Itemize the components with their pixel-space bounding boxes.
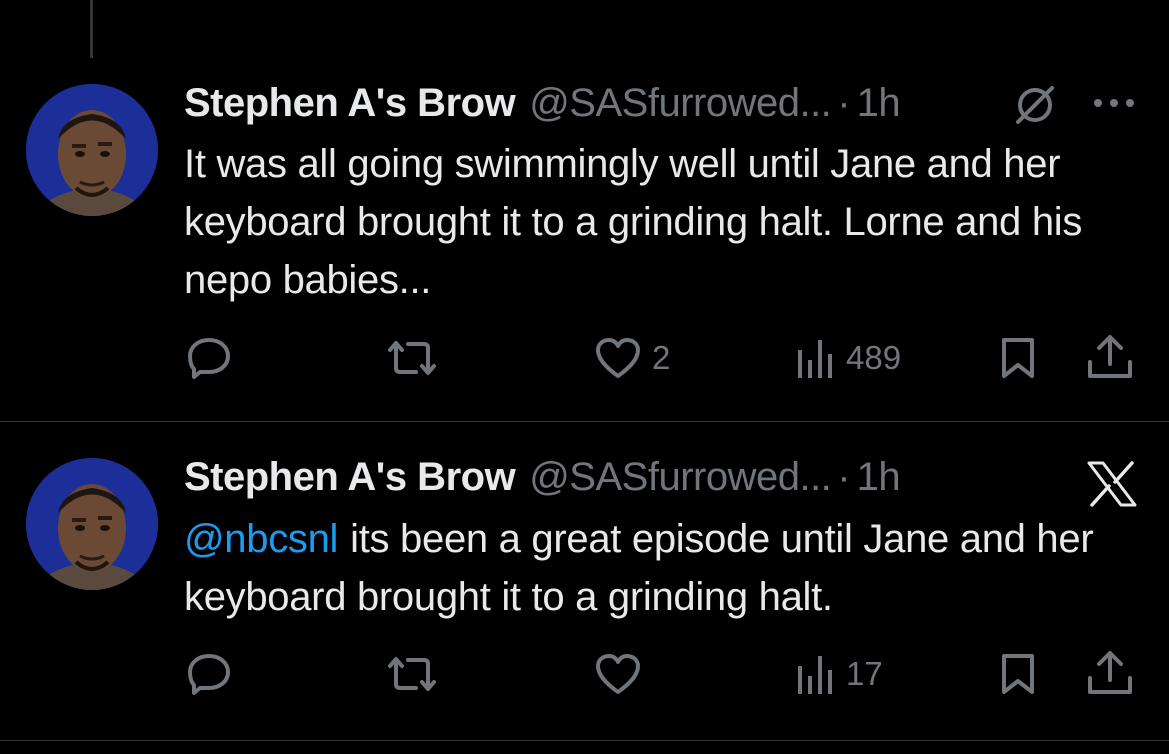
display-name[interactable]: Stephen A's Brow [184,81,516,126]
mention-link[interactable]: @nbcsnl [184,517,338,561]
bookmark-button[interactable] [998,652,1038,696]
user-handle[interactable]: @SASfurrowed... [529,455,832,500]
reply-button[interactable] [186,652,232,696]
share-button[interactable] [1086,334,1134,380]
separator-dot: · [837,454,851,499]
reply-icon [188,654,230,695]
more-options-icon[interactable] [1090,96,1138,115]
tweet-1[interactable]: Stephen A's Brow @SASfurrowed... · 1h It… [0,0,1169,420]
grok-icon[interactable] [1012,82,1058,133]
reply-icon [188,338,230,379]
x-logo-icon[interactable] [1086,460,1138,513]
avatar-image [26,84,158,216]
display-name[interactable]: Stephen A's Brow [184,455,516,500]
bookmark-icon [1002,654,1034,694]
share-icon [1088,651,1132,694]
views-button[interactable]: 17 [796,652,883,696]
timestamp[interactable]: 1h [857,455,901,500]
view-count: 17 [846,655,883,692]
tweet-text: @nbcsnl its been a great episode until Ja… [184,510,1134,626]
avatar[interactable] [26,458,158,590]
share-button[interactable] [1086,650,1134,696]
avatar[interactable] [26,84,158,216]
like-button[interactable] [594,652,642,696]
views-icon [798,656,832,694]
views-icon [798,340,832,378]
user-handle[interactable]: @SASfurrowed... [529,81,832,126]
timestamp[interactable]: 1h [857,81,901,126]
heart-icon [596,654,640,694]
tweet-header: Stephen A's Brow @SASfurrowed... · 1h [184,452,901,502]
avatar-image [26,458,158,590]
heart-icon [596,338,640,378]
view-count: 489 [846,339,902,376]
bookmark-icon [1002,338,1034,378]
share-icon [1088,335,1132,378]
bookmark-button[interactable] [998,336,1038,380]
bottom-divider [0,740,1169,741]
repost-button[interactable] [386,654,438,694]
repost-icon [388,341,436,375]
tweet-2[interactable]: Stephen A's Brow @SASfurrowed... · 1h @n… [0,422,1169,754]
tweet-header: Stephen A's Brow @SASfurrowed... · 1h [184,78,901,128]
like-count: 2 [652,339,671,376]
like-button[interactable]: 2 [594,336,670,380]
tweet-text: It was all going swimmingly well until J… [184,142,1083,302]
separator-dot: · [837,80,851,125]
views-button[interactable]: 489 [796,336,901,380]
repost-icon [388,657,436,691]
repost-button[interactable] [386,338,438,378]
reply-button[interactable] [186,336,232,380]
